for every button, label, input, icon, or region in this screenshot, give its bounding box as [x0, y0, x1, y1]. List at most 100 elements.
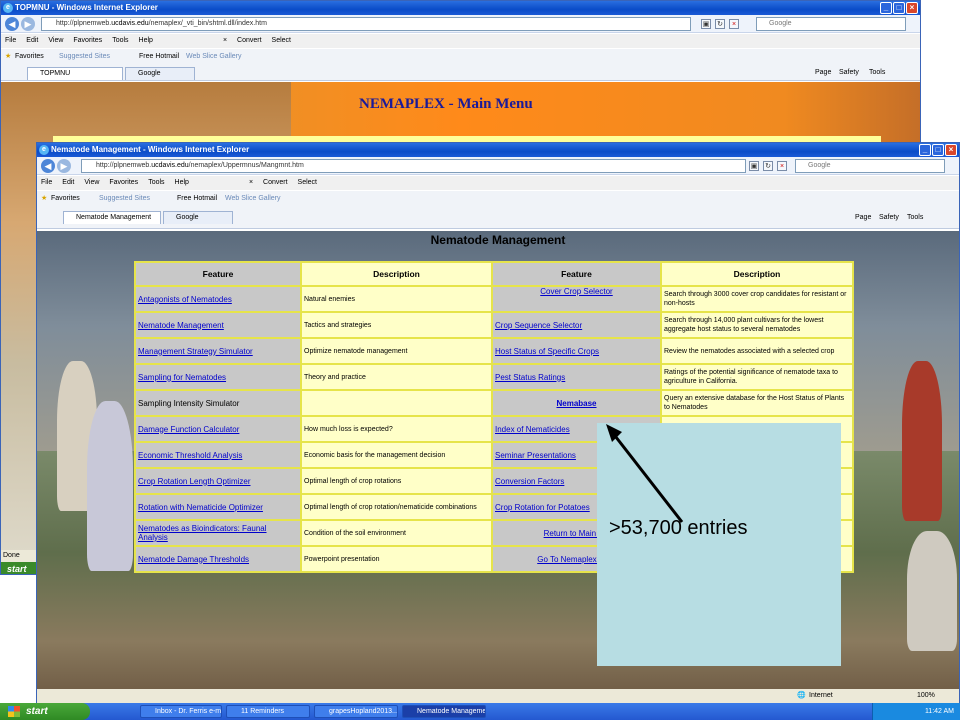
menu-help[interactable]: Help — [175, 176, 189, 190]
zoom-level[interactable]: 100% — [917, 689, 935, 703]
description-cell: Natural enemies — [300, 285, 493, 313]
compat-view-icon[interactable]: ▣ — [749, 161, 759, 171]
back-search-input[interactable]: Google — [756, 17, 906, 31]
zone-label: Internet — [809, 692, 833, 699]
front-status-bar: 🌐 Internet 100% — [37, 689, 959, 703]
column-header: Description — [300, 261, 493, 287]
front-search-input[interactable]: Google — [795, 159, 945, 173]
feature-cell: Rotation with Nematicide Optimizer — [134, 493, 302, 521]
minimize-icon[interactable]: _ — [919, 144, 931, 156]
feature-link[interactable]: Host Status of Specific Crops — [495, 347, 599, 356]
web-slice-gallery-link[interactable]: Web Slice Gallery — [225, 191, 281, 207]
convert-button[interactable]: Convert — [237, 34, 262, 48]
tools-menu[interactable]: Tools — [907, 210, 923, 226]
feature-link[interactable]: Crop Sequence Selector — [495, 321, 582, 330]
start-button[interactable]: start — [0, 703, 90, 720]
front-window-titlebar[interactable]: e Nematode Management - Windows Internet… — [37, 143, 959, 157]
back-start-button[interactable]: start — [1, 562, 41, 574]
menu-favorites[interactable]: Favorites — [109, 176, 138, 190]
favorites-button[interactable]: Favorites — [51, 191, 80, 207]
forward-arrow-icon[interactable]: ▶ — [57, 159, 71, 173]
taskbar-item-nematode[interactable]: Nematode Manageme... — [402, 705, 486, 718]
tab-google[interactable]: Google — [125, 67, 195, 80]
suggested-sites-link[interactable]: Suggested Sites — [59, 49, 110, 65]
safety-menu[interactable]: Safety — [839, 65, 859, 81]
feature-link[interactable]: Crop Rotation for Potatoes — [495, 503, 590, 512]
front-menu-bar: File Edit View Favorites Tools Help × Co… — [37, 176, 959, 190]
page-menu[interactable]: Page — [815, 65, 831, 81]
back-url-input[interactable]: http://plpnemweb.ucdavis.edu/nemaplex/_v… — [41, 17, 691, 31]
feature-link[interactable]: Nematode Damage Thresholds — [138, 555, 249, 564]
feature-link[interactable]: Nematode Management — [138, 321, 224, 330]
menu-edit[interactable]: Edit — [62, 176, 74, 190]
back-page-title: NEMAPLEX - Main Menu — [359, 96, 533, 112]
menu-tools[interactable]: Tools — [148, 176, 164, 190]
free-hotmail-link[interactable]: Free Hotmail — [139, 49, 179, 65]
safety-menu[interactable]: Safety — [879, 210, 899, 226]
front-url-input[interactable]: http://plpnemweb.ucdavis.edu/nemaplex/Up… — [81, 159, 746, 173]
menu-edit[interactable]: Edit — [26, 34, 38, 48]
tools-menu[interactable]: Tools — [869, 65, 885, 81]
feature-link[interactable]: Conversion Factors — [495, 477, 564, 486]
back-arrow-icon[interactable]: ◀ — [41, 159, 55, 173]
compat-view-icon[interactable]: ▣ — [701, 19, 711, 29]
description-cell: Search through 14,000 plant cultivars fo… — [660, 311, 854, 339]
tab-nematode-management[interactable]: Nematode Management — [63, 211, 161, 224]
front-address-bar: ◀ ▶ http://plpnemweb.ucdavis.edu/nemaple… — [37, 157, 959, 175]
taskbar-item-inbox[interactable]: Inbox - Dr. Ferris e-m... — [140, 705, 222, 718]
maximize-icon[interactable]: □ — [932, 144, 944, 156]
taskbar-item-reminders[interactable]: 11 Reminders — [226, 705, 310, 718]
feature-link[interactable]: Nemabase — [556, 399, 596, 408]
minimize-icon[interactable]: _ — [880, 2, 892, 14]
menu-view[interactable]: View — [48, 34, 63, 48]
close-icon[interactable]: × — [945, 144, 957, 156]
close-toolbar-icon[interactable]: × — [223, 34, 227, 48]
menu-help[interactable]: Help — [139, 34, 153, 48]
forward-arrow-icon[interactable]: ▶ — [21, 17, 35, 31]
feature-link[interactable]: Antagonists of Nematodes — [138, 295, 232, 304]
select-button[interactable]: Select — [272, 34, 291, 48]
menu-favorites[interactable]: Favorites — [73, 34, 102, 48]
taskbar-item-grapes[interactable]: grapesHopland2013.... — [314, 705, 398, 718]
favorites-button[interactable]: Favorites — [15, 49, 44, 65]
web-slice-gallery-link[interactable]: Web Slice Gallery — [186, 49, 242, 65]
description-cell: Tactics and strategies — [300, 311, 493, 339]
stop-icon[interactable]: × — [729, 19, 739, 29]
convert-button[interactable]: Convert — [263, 176, 288, 190]
select-button[interactable]: Select — [298, 176, 317, 190]
callout-arrow — [606, 424, 684, 523]
free-hotmail-link[interactable]: Free Hotmail — [177, 191, 217, 207]
description-cell: How much loss is expected? — [300, 415, 493, 443]
menu-file[interactable]: File — [5, 34, 16, 48]
refresh-icon[interactable]: ↻ — [715, 19, 725, 29]
back-arrow-icon[interactable]: ◀ — [5, 17, 19, 31]
globe-icon: 🌐 — [797, 692, 806, 699]
menu-tools[interactable]: Tools — [112, 34, 128, 48]
menu-file[interactable]: File — [41, 176, 52, 190]
column-header: Description — [660, 261, 854, 287]
feature-link[interactable]: Management Strategy Simulator — [138, 347, 253, 356]
refresh-icon[interactable]: ↻ — [763, 161, 773, 171]
table-row: Antagonists of Nematodes Natural enemies C… — [134, 285, 854, 313]
feature-link[interactable]: Rotation with Nematicide Optimizer — [138, 503, 263, 512]
feature-link[interactable]: Crop Rotation Length Optimizer — [138, 477, 251, 486]
close-icon[interactable]: × — [906, 2, 918, 14]
tab-topmnu[interactable]: TOPMNU — [27, 67, 123, 80]
feature-link[interactable]: Seminar Presentations — [495, 451, 576, 460]
feature-link[interactable]: Index of Nematicides — [495, 425, 570, 434]
close-toolbar-icon[interactable]: × — [249, 176, 253, 190]
feature-link[interactable]: Damage Function Calculator — [138, 425, 239, 434]
back-window-titlebar[interactable]: e TOPMNU - Windows Internet Explorer _ □ × — [1, 1, 920, 15]
maximize-icon[interactable]: □ — [893, 2, 905, 14]
feature-link[interactable]: Sampling for Nematodes — [138, 373, 226, 382]
feature-link[interactable]: Cover Crop Selector — [540, 287, 612, 296]
clock[interactable]: 11:42 AM — [925, 708, 954, 715]
tab-google[interactable]: Google — [163, 211, 233, 224]
page-menu[interactable]: Page — [855, 210, 871, 226]
feature-link[interactable]: Nematodes as Bioindicators: Faunal Analy… — [138, 524, 267, 542]
menu-view[interactable]: View — [84, 176, 99, 190]
feature-link[interactable]: Pest Status Ratings — [495, 373, 565, 382]
stop-icon[interactable]: × — [777, 161, 787, 171]
feature-link[interactable]: Economic Threshold Analysis — [138, 451, 242, 460]
suggested-sites-link[interactable]: Suggested Sites — [99, 191, 150, 207]
